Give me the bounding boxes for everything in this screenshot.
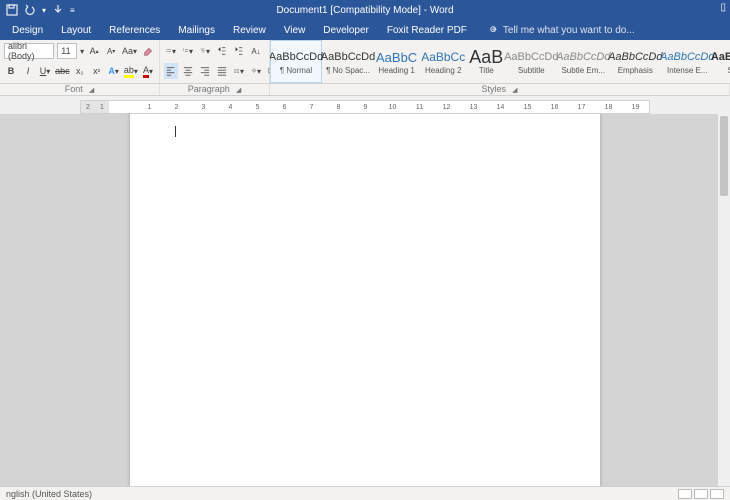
font-group-label: Font bbox=[65, 84, 83, 94]
style-strong[interactable]: AaBbCcDcStrong bbox=[713, 40, 730, 83]
print-layout-icon[interactable] bbox=[694, 489, 708, 499]
font-group: alibri (Body) 11 ▾ A▴ A▾ Aa▾ B I U▾ abc … bbox=[0, 40, 160, 83]
text-cursor bbox=[175, 126, 176, 137]
font-size-combo[interactable]: 11 bbox=[57, 43, 77, 59]
increase-indent-button[interactable] bbox=[232, 43, 246, 59]
highlight-button[interactable]: ab▾ bbox=[124, 63, 138, 79]
style-intense-e---[interactable]: AaBbCcDdIntense E... bbox=[661, 40, 713, 83]
style-preview: AaBbCcDd bbox=[321, 48, 375, 66]
line-spacing-button[interactable]: ▾ bbox=[232, 63, 246, 79]
svg-text:1: 1 bbox=[183, 49, 185, 52]
change-case-button[interactable]: Aa▾ bbox=[121, 43, 138, 59]
style-preview: AaBbCc bbox=[421, 48, 465, 66]
strike-button[interactable]: abc bbox=[55, 63, 70, 79]
numbering-button[interactable]: 1▾ bbox=[181, 43, 195, 59]
ribbon-options-icon[interactable]: ▯ bbox=[720, 2, 726, 13]
font-family-combo[interactable]: alibri (Body) bbox=[4, 43, 54, 59]
style-heading-1[interactable]: AaBbCHeading 1 bbox=[374, 40, 419, 83]
grow-font-button[interactable]: A▴ bbox=[87, 43, 101, 59]
ruler-area: 21 12345678910111213141516171819 bbox=[0, 96, 730, 114]
multilevel-button[interactable]: ▾ bbox=[198, 43, 212, 59]
style-label: Heading 2 bbox=[425, 66, 461, 75]
document-area[interactable] bbox=[0, 114, 730, 486]
sort-button[interactable]: A↓ bbox=[249, 43, 263, 59]
tab-references[interactable]: References bbox=[101, 22, 168, 39]
read-mode-icon[interactable] bbox=[678, 489, 692, 499]
tab-view[interactable]: View bbox=[276, 22, 314, 39]
align-right-button[interactable] bbox=[198, 63, 212, 79]
style-subtitle[interactable]: AaBbCcDdSubtitle bbox=[505, 40, 557, 83]
style-label: Subtitle bbox=[518, 66, 545, 75]
superscript-button[interactable]: x² bbox=[90, 63, 104, 79]
style-heading-2[interactable]: AaBbCcHeading 2 bbox=[419, 40, 467, 83]
clear-format-button[interactable] bbox=[141, 43, 155, 59]
justify-button[interactable] bbox=[215, 63, 229, 79]
language-status[interactable]: nglish (United States) bbox=[6, 489, 92, 499]
style-subtle-em---[interactable]: AaBbCcDdSubtle Em... bbox=[557, 40, 609, 83]
style-preview: AaB bbox=[469, 48, 503, 66]
web-layout-icon[interactable] bbox=[710, 489, 724, 499]
style-preview: AaBbC bbox=[376, 48, 417, 66]
tab-design[interactable]: Design bbox=[4, 22, 51, 39]
style-preview: AaBbCcDd bbox=[660, 48, 714, 66]
style-preview: AaBbCcDd bbox=[608, 48, 662, 66]
style-label: Heading 1 bbox=[378, 66, 414, 75]
style-preview: AaBbCcDd bbox=[556, 48, 610, 66]
tab-foxit[interactable]: Foxit Reader PDF bbox=[379, 22, 475, 39]
tab-review[interactable]: Review bbox=[225, 22, 274, 39]
paragraph-launcher-icon[interactable]: ◢ bbox=[230, 87, 241, 94]
shading-button[interactable]: ▾ bbox=[249, 63, 263, 79]
group-labels: Font◢ Paragraph◢ Styles◢ bbox=[0, 84, 730, 96]
align-left-button[interactable] bbox=[164, 63, 178, 79]
style-label: Intense E... bbox=[667, 66, 707, 75]
status-bar: nglish (United States) bbox=[0, 486, 730, 500]
font-launcher-icon[interactable]: ◢ bbox=[83, 87, 94, 94]
style-label: ¶ No Spac... bbox=[326, 66, 370, 75]
subscript-button[interactable]: x₂ bbox=[73, 63, 87, 79]
decrease-indent-button[interactable] bbox=[215, 43, 229, 59]
vertical-scrollbar[interactable] bbox=[718, 114, 730, 486]
style-preview: AaBbCcDd bbox=[504, 48, 558, 66]
bold-button[interactable]: B bbox=[4, 63, 18, 79]
styles-gallery[interactable]: AaBbCcDd¶ NormalAaBbCcDd¶ No Spac...AaBb… bbox=[270, 40, 730, 83]
ribbon: alibri (Body) 11 ▾ A▴ A▾ Aa▾ B I U▾ abc … bbox=[0, 40, 730, 84]
window-title: Document1 [Compatibility Mode] - Word bbox=[0, 5, 730, 16]
style---no-spac---[interactable]: AaBbCcDd¶ No Spac... bbox=[322, 40, 374, 83]
horizontal-ruler[interactable]: 21 12345678910111213141516171819 bbox=[80, 100, 650, 114]
bullets-button[interactable]: ▾ bbox=[164, 43, 178, 59]
align-center-button[interactable] bbox=[181, 63, 195, 79]
underline-button[interactable]: U▾ bbox=[38, 63, 52, 79]
tab-developer[interactable]: Developer bbox=[315, 22, 377, 39]
titlebar: ▾ ≡ Document1 [Compatibility Mode] - Wor… bbox=[0, 0, 730, 20]
style-preview: AaBbCcDd bbox=[270, 48, 323, 66]
page[interactable] bbox=[130, 114, 600, 486]
styles-group-label: Styles bbox=[482, 84, 507, 94]
tell-me-placeholder: Tell me what you want to do... bbox=[503, 25, 635, 36]
ribbon-tabs: Design Layout References Mailings Review… bbox=[0, 20, 730, 40]
view-switcher bbox=[678, 489, 724, 499]
chevron-down-icon[interactable]: ▾ bbox=[80, 47, 84, 56]
style-label: Emphasis bbox=[618, 66, 653, 75]
style---normal[interactable]: AaBbCcDd¶ Normal bbox=[270, 40, 322, 83]
style-label: Title bbox=[479, 66, 494, 75]
paragraph-group-label: Paragraph bbox=[188, 84, 230, 94]
paragraph-group: ▾ 1▾ ▾ A↓ ¶ ▾ ▾ ▾ bbox=[160, 40, 270, 83]
style-label: Subtle Em... bbox=[561, 66, 605, 75]
tell-me-search[interactable]: Tell me what you want to do... bbox=[477, 25, 635, 36]
style-preview: AaBbCcDc bbox=[711, 48, 730, 66]
style-emphasis[interactable]: AaBbCcDdEmphasis bbox=[609, 40, 661, 83]
italic-button[interactable]: I bbox=[21, 63, 35, 79]
font-color-button[interactable]: A▾ bbox=[141, 63, 155, 79]
style-label: ¶ Normal bbox=[280, 66, 312, 75]
styles-launcher-icon[interactable]: ◢ bbox=[506, 87, 517, 94]
text-effects-button[interactable]: A▾ bbox=[107, 63, 121, 79]
tab-layout[interactable]: Layout bbox=[53, 22, 99, 39]
style-title[interactable]: AaBTitle bbox=[467, 40, 505, 83]
scroll-thumb[interactable] bbox=[720, 116, 728, 196]
tab-mailings[interactable]: Mailings bbox=[170, 22, 223, 39]
shrink-font-button[interactable]: A▾ bbox=[104, 43, 118, 59]
